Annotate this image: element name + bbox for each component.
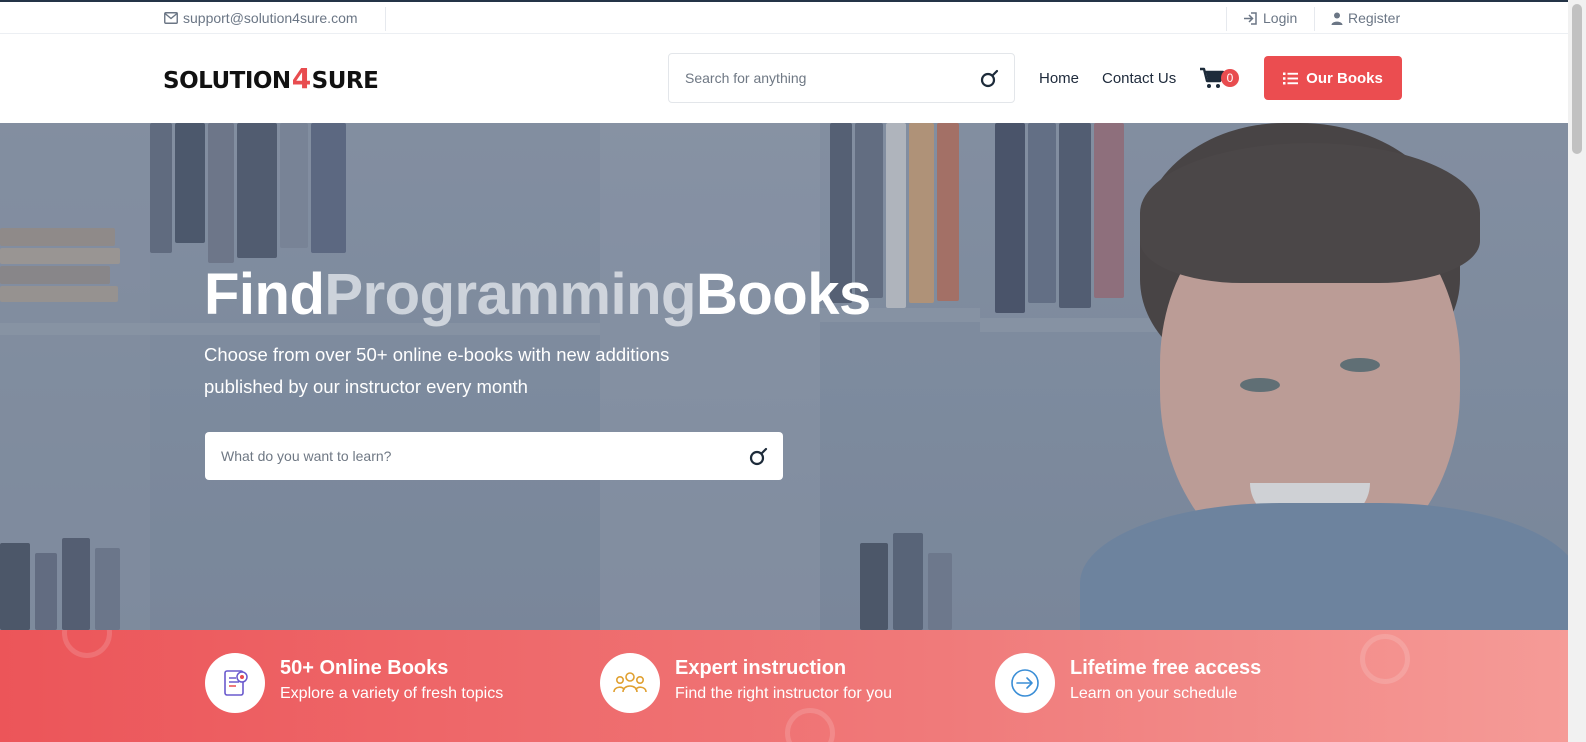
search-icon[interactable]	[980, 68, 1000, 88]
page-scrollbar[interactable]	[1568, 0, 1586, 742]
decorative-ring	[62, 630, 112, 658]
hero-search	[205, 432, 783, 480]
user-icon	[1331, 12, 1343, 25]
feature-title: 50+ Online Books	[280, 657, 449, 679]
features-strip: 50+ Online Books Explore a variety of fr…	[0, 630, 1568, 742]
feature-lifetime-access: Lifetime free access Learn on your sched…	[995, 653, 1261, 713]
header-search	[668, 53, 1015, 103]
login-label: Login	[1263, 10, 1298, 26]
feature-icon-circle	[600, 653, 660, 713]
group-icon	[613, 672, 647, 693]
divider	[1314, 7, 1315, 31]
logo-text-four: 4	[291, 62, 311, 95]
hero-title-find: Find	[204, 262, 325, 327]
feature-desc: Find the right instructor for you	[675, 685, 892, 702]
hero-subtitle-line1: Choose from over 50+ online e-books with…	[204, 344, 670, 365]
hero-search-input[interactable]	[205, 432, 725, 480]
decorative-ring	[1360, 634, 1410, 684]
main-header: SOLUTION 4 SURE Home Contact Us 0 Our Bo…	[0, 34, 1568, 123]
ebook-icon	[224, 670, 248, 696]
hero-banner: FindProgrammingBooks Choose from over 50…	[0, 123, 1568, 630]
cart-button[interactable]: 0	[1200, 67, 1240, 91]
our-books-label: Our Books	[1306, 69, 1383, 87]
arrow-circle-icon	[1011, 669, 1039, 697]
our-books-button[interactable]: Our Books	[1264, 56, 1402, 100]
envelope-icon	[164, 12, 178, 24]
scrollbar-thumb[interactable]	[1572, 4, 1582, 154]
register-link[interactable]: Register	[1331, 10, 1400, 26]
logo-text-right: SURE	[311, 67, 379, 94]
support-email[interactable]: support@solution4sure.com	[164, 10, 358, 26]
feature-title: Expert instruction	[675, 657, 847, 679]
hero-title: FindProgrammingBooks	[204, 261, 871, 328]
login-link[interactable]: Login	[1243, 10, 1297, 26]
hero-subtitle: Choose from over 50+ online e-books with…	[204, 339, 724, 403]
cart-count-badge: 0	[1221, 69, 1239, 87]
feature-desc: Explore a variety of fresh topics	[280, 685, 504, 702]
feature-desc: Learn on your schedule	[1070, 685, 1238, 702]
feature-expert-instruction: Expert instruction Find the right instru…	[600, 653, 892, 713]
divider	[385, 7, 386, 31]
header-search-input[interactable]	[669, 54, 959, 102]
search-icon[interactable]	[749, 446, 769, 466]
hero-title-books: Books	[695, 262, 871, 327]
hero-title-programming: Programming	[324, 262, 696, 327]
feature-icon-circle	[995, 653, 1055, 713]
support-email-text: support@solution4sure.com	[183, 10, 358, 26]
nav-home[interactable]: Home	[1039, 70, 1079, 87]
list-icon	[1283, 72, 1299, 84]
logo-text-left: SOLUTION	[163, 67, 291, 94]
top-bar: support@solution4sure.com Login Register	[0, 0, 1568, 34]
nav-contact-us[interactable]: Contact Us	[1102, 70, 1176, 87]
sign-in-icon	[1244, 11, 1257, 25]
brand-logo[interactable]: SOLUTION 4 SURE	[163, 62, 379, 97]
decorative-ring	[785, 708, 835, 742]
hero-subtitle-line2: published by our instructor every month	[204, 376, 528, 397]
feature-online-books: 50+ Online Books Explore a variety of fr…	[205, 653, 503, 713]
divider	[1226, 7, 1227, 31]
feature-title: Lifetime free access	[1070, 657, 1262, 679]
feature-icon-circle	[205, 653, 265, 713]
register-label: Register	[1348, 10, 1401, 26]
